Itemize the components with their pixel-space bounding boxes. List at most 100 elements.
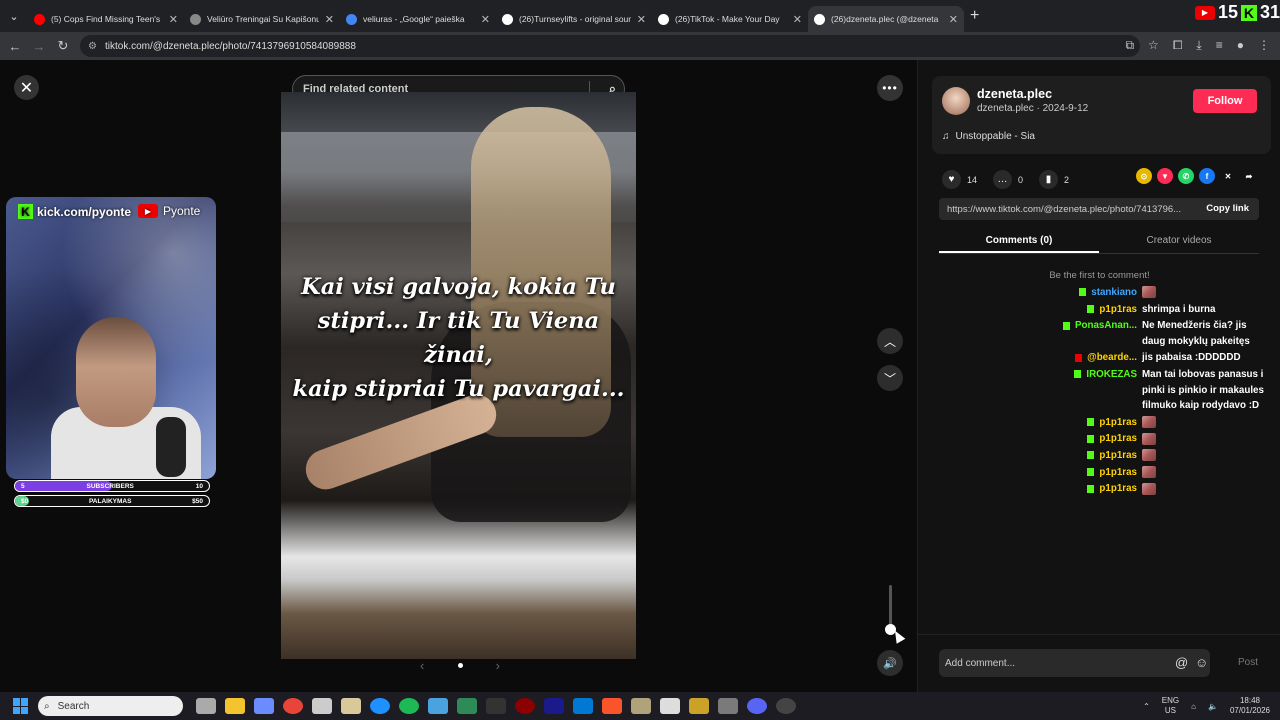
embed-icon[interactable]: ⊙ [1136, 168, 1152, 184]
browser-tab[interactable]: (26)TikTok - Make Your Day ✕ [652, 6, 808, 32]
snipping-tool-icon[interactable] [312, 698, 332, 714]
app-icon[interactable] [631, 698, 651, 714]
copy-link-button[interactable]: Copy link [1206, 203, 1249, 214]
tab-title: (26)dzeneta.plec (@dzeneta [831, 14, 939, 24]
close-tab-icon[interactable]: ✕ [637, 13, 646, 26]
extensions-icon[interactable]: ⧠ [1173, 38, 1183, 53]
app-icon[interactable] [660, 698, 680, 714]
mention-icon[interactable]: @ [1175, 655, 1188, 670]
avatar[interactable] [942, 87, 970, 115]
prev-photo-icon[interactable]: ‹ [420, 658, 424, 673]
spotify-icon[interactable] [399, 698, 419, 714]
heart-icon[interactable]: ♥ [942, 170, 961, 189]
reload-icon[interactable]: ↻ [51, 38, 75, 54]
store-icon[interactable] [254, 698, 274, 714]
brave-icon[interactable] [602, 698, 622, 714]
facebook-icon[interactable]: f [1199, 168, 1215, 184]
app-icon[interactable] [515, 698, 535, 714]
discord-icon[interactable] [747, 698, 767, 714]
page-dot [457, 663, 463, 668]
site-info-icon[interactable]: ⚙ [88, 41, 97, 52]
photo-viewer: ✕ Find related content ⌕ ••• Kai visi ga… [0, 60, 917, 692]
chat-message: p1p1ras [1058, 481, 1272, 497]
bookmark-star-icon[interactable]: ☆ [1148, 38, 1159, 53]
tab-title: (26)Turnseylifts - original sound [519, 14, 631, 24]
chat-username: p1p1ras [1058, 431, 1142, 447]
close-tab-icon[interactable]: ✕ [949, 13, 958, 26]
webcam-streamer-head [76, 317, 156, 427]
url-field[interactable]: ⚙ tiktok.com/@dzeneta.plec/photo/7413796… [80, 35, 1140, 57]
network-icon[interactable]: ⌂ [1191, 702, 1196, 711]
close-tab-icon[interactable]: ✕ [325, 13, 334, 26]
obs-icon[interactable] [776, 698, 796, 714]
media-control-icon[interactable]: ≡ [1216, 38, 1223, 53]
app-icon[interactable] [341, 698, 361, 714]
file-explorer-icon[interactable] [225, 698, 245, 714]
next-photo-icon[interactable]: › [496, 658, 500, 673]
streamer-webcam: K kick.com/pyonte ▶ Pyonte [6, 197, 216, 479]
x-twitter-icon[interactable]: ✕ [1220, 168, 1236, 184]
close-icon[interactable]: ✕ [14, 75, 39, 100]
tab-search-chevron-icon[interactable]: ⌄ [0, 0, 28, 32]
emoji-icon[interactable]: ☺ [1195, 655, 1208, 670]
close-tab-icon[interactable]: ✕ [793, 13, 802, 26]
app-icon[interactable] [689, 698, 709, 714]
next-video-chevron-down-icon[interactable]: ﹀ [877, 365, 903, 391]
post-comment-button[interactable]: Post [1238, 657, 1258, 668]
tab-title: (26)TikTok - Make Your Day [675, 14, 780, 24]
chat-text [1142, 448, 1156, 464]
mouse-cursor-icon [890, 628, 906, 644]
app-icon[interactable] [486, 698, 506, 714]
forward-arrow-icon[interactable]: → [27, 39, 51, 54]
author-card: dzeneta.plec dzeneta.plec · 2024-9-12 Fo… [932, 76, 1271, 154]
app-icon[interactable] [573, 698, 593, 714]
comment-icon[interactable]: … [993, 170, 1013, 189]
add-comment-input[interactable]: Add comment... @ ☺ [939, 649, 1210, 677]
app-icon[interactable] [457, 698, 477, 714]
close-tab-icon[interactable]: ✕ [481, 13, 490, 26]
download-icon[interactable]: ⤓ [1196, 38, 1201, 53]
browser-tab[interactable]: (26)dzeneta.plec (@dzeneta ✕ [808, 6, 964, 32]
more-options-icon[interactable]: ••• [877, 75, 903, 101]
comment-placeholder: Add comment... [945, 657, 1016, 669]
task-view-icon[interactable] [196, 698, 216, 714]
chat-username-text: PonasAnan... [1074, 320, 1137, 332]
language-indicator[interactable]: ENG US [1162, 696, 1179, 716]
follow-button[interactable]: Follow [1193, 89, 1257, 113]
chat-message: PonasAnan... Ne Menedžeris čia? jis daug … [1058, 318, 1272, 349]
premiere-icon[interactable] [544, 698, 564, 714]
author-username[interactable]: dzeneta.plec [977, 87, 1052, 101]
goal-label: PALAIKYMAS [88, 497, 132, 505]
close-tab-icon[interactable]: ✕ [169, 13, 178, 26]
app-icon[interactable] [718, 698, 738, 714]
music-link[interactable]: ♫ Unstoppable - Sia [942, 131, 1035, 142]
browser-tab[interactable]: (5) Cops Find Missing Teen's Bo ✕ [28, 6, 184, 32]
install-app-icon[interactable]: ⧉ [1125, 38, 1134, 53]
chevron-up-icon[interactable]: ⌃ [1143, 702, 1150, 711]
new-tab-button[interactable]: + [970, 7, 979, 25]
chat-username-text: @bearde... [1087, 352, 1137, 364]
tab-creator-videos[interactable]: Creator videos [1099, 232, 1259, 253]
menu-kebab-icon[interactable]: ⋮ [1258, 38, 1270, 53]
windows-start-icon[interactable] [13, 698, 29, 714]
chrome-icon[interactable] [283, 698, 303, 714]
photos-icon[interactable] [428, 698, 448, 714]
speaker-icon[interactable]: 🔈 [1208, 702, 1218, 711]
browser-tab[interactable]: veliuras - „Google“ paieška ✕ [340, 6, 496, 32]
browser-tab[interactable]: (26)Turnseylifts - original sound ✕ [496, 6, 652, 32]
volume-icon[interactable]: 🔊 [877, 650, 903, 676]
share-arrow-icon[interactable]: ➦ [1241, 168, 1257, 184]
send-to-friends-icon[interactable]: ▼ [1157, 168, 1173, 184]
profile-avatar-icon[interactable]: ● [1237, 38, 1244, 53]
bookmark-icon[interactable]: ▮ [1039, 170, 1059, 189]
back-arrow-icon[interactable]: ← [3, 39, 27, 54]
clock[interactable]: 18:48 07/01/2026 [1230, 696, 1270, 716]
post-link-field[interactable]: https://www.tiktok.com/@dzeneta.plec/pho… [939, 198, 1259, 220]
previous-video-chevron-up-icon[interactable]: ︿ [877, 328, 903, 354]
tab-title: Veliūro Treningai Su Kapišonu [207, 14, 319, 24]
tab-comments[interactable]: Comments (0) [939, 232, 1099, 253]
edge-icon[interactable] [370, 698, 390, 714]
browser-tab[interactable]: Veliūro Treningai Su Kapišonu ✕ [184, 6, 340, 32]
taskbar-search[interactable]: ⌕ Search [38, 696, 183, 716]
whatsapp-icon[interactable]: ✆ [1178, 168, 1194, 184]
